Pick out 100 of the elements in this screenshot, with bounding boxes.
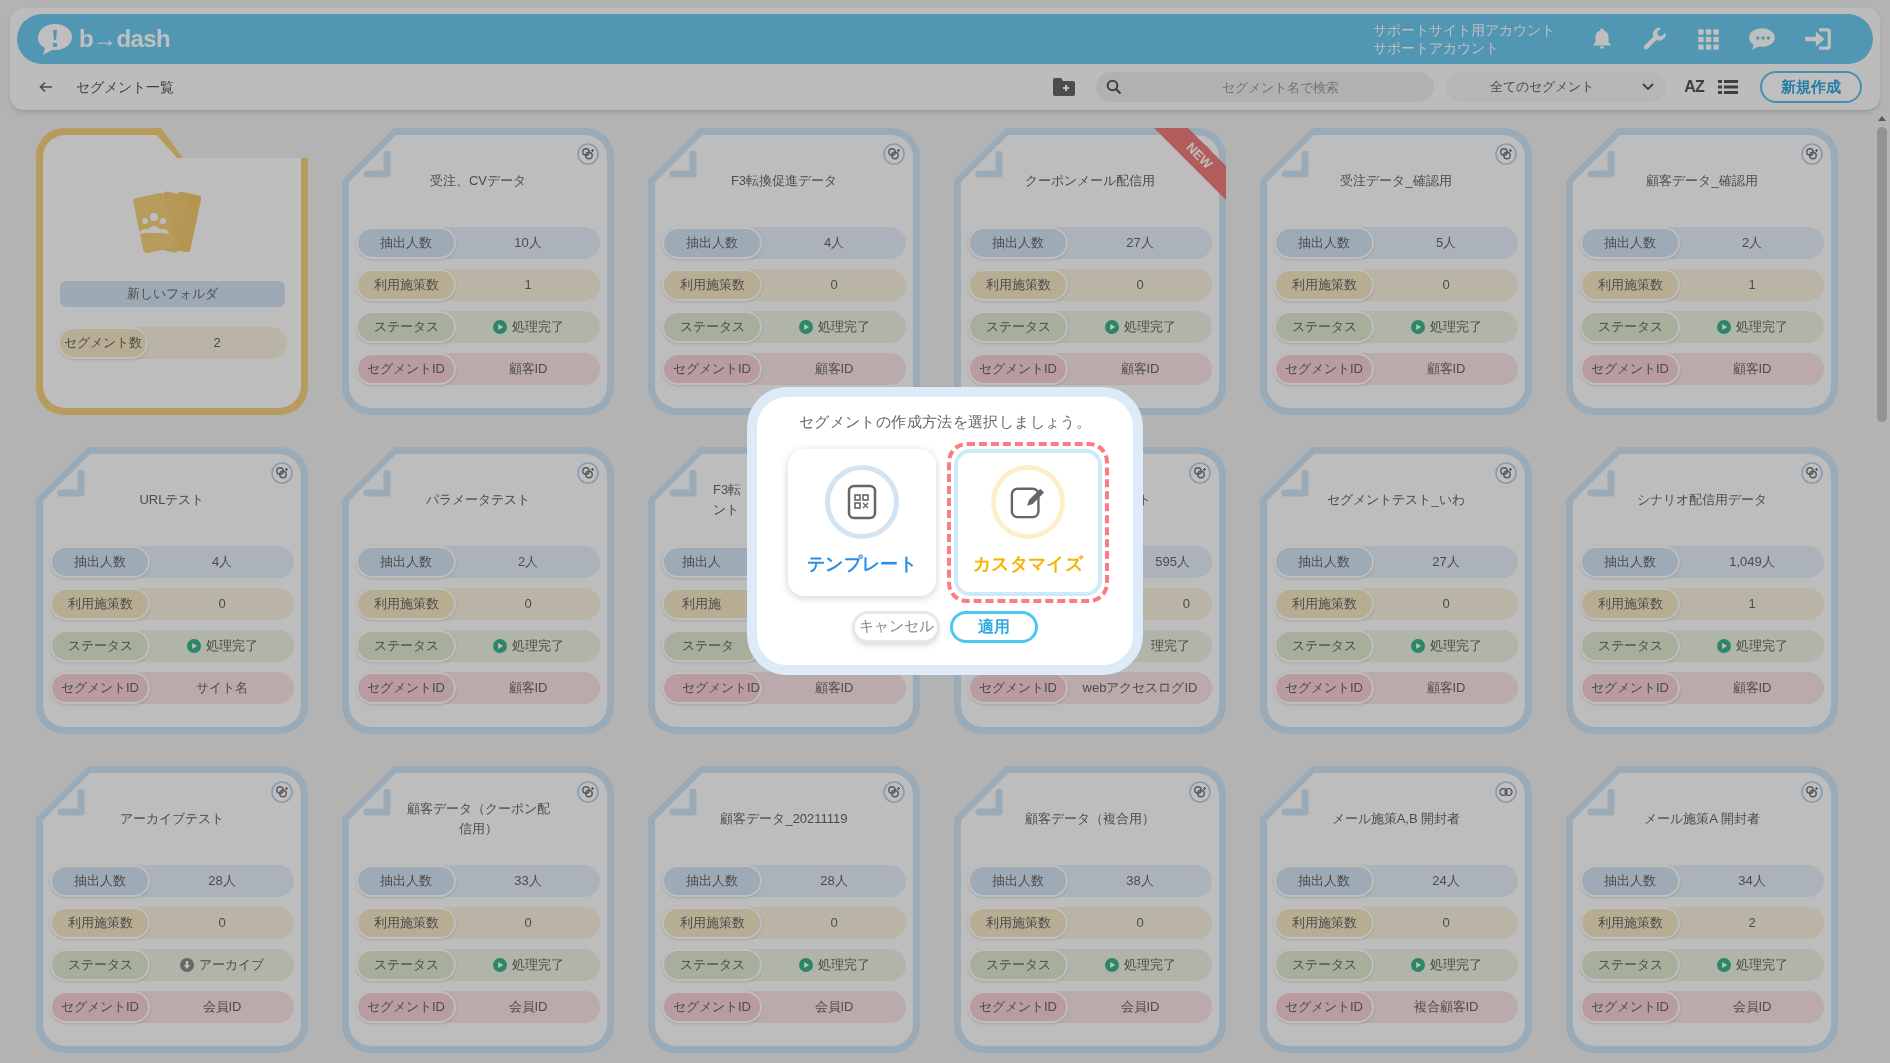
stat-label: 抽出人数 bbox=[50, 865, 150, 897]
card-title: F3転換促進データ bbox=[730, 172, 838, 190]
stat-value: 処理完了 bbox=[798, 955, 870, 975]
stat-label: 利用施策数 bbox=[968, 269, 1068, 301]
card-title: ト bbox=[1138, 491, 1151, 509]
stat-value: 1 bbox=[1748, 276, 1756, 295]
stat-label: セグメントID bbox=[356, 672, 456, 704]
stat-label: ステータス bbox=[968, 311, 1068, 343]
stat-label: ステータス bbox=[1580, 949, 1680, 981]
stat-value: 2 bbox=[1748, 914, 1756, 933]
folder-name: 新しいフォルダ bbox=[57, 279, 287, 309]
stat-value: 処理完了 bbox=[1410, 955, 1482, 975]
account-name: サポートアカウント bbox=[1373, 39, 1500, 57]
stat-label: 抽出人数 bbox=[50, 546, 150, 578]
card-title: アーカイブテスト bbox=[120, 810, 224, 828]
stat-label: セグメントID bbox=[662, 353, 762, 385]
stat-label: 抽出人数 bbox=[662, 865, 762, 897]
stat-label: 利用施策数 bbox=[1274, 269, 1374, 301]
stat-label: ステータス bbox=[662, 311, 762, 343]
card-title: 顧客データ_20211119 bbox=[720, 810, 848, 828]
stat-label: ステータス bbox=[1580, 311, 1680, 343]
stat-value: 1 bbox=[524, 276, 532, 295]
stat-value: 処理完了 bbox=[186, 636, 258, 656]
stat-value: webアクセスログID bbox=[1082, 679, 1198, 698]
stat-value: 処理完了 bbox=[1410, 317, 1482, 337]
stat-label: セグメントID bbox=[968, 991, 1068, 1023]
stat-label: セグメントID bbox=[968, 353, 1068, 385]
stat-label: 抽出人数 bbox=[1274, 865, 1374, 897]
stat-value: 2 bbox=[213, 334, 221, 353]
stat-value: 0 bbox=[830, 914, 838, 933]
stat-value: アーカイブ bbox=[180, 955, 264, 975]
stat-label: セグメントID bbox=[662, 672, 762, 704]
stat-value: 0 bbox=[524, 914, 532, 933]
card-title: メール施策A 開封者 bbox=[1644, 810, 1760, 828]
stat-label: 利用施策数 bbox=[1580, 588, 1680, 620]
stat-value: 27人 bbox=[1126, 234, 1154, 253]
stat-label: 利用施策数 bbox=[50, 588, 150, 620]
stat-value: 顧客ID bbox=[1426, 679, 1466, 698]
stat-value: 0 bbox=[1442, 276, 1450, 295]
stat-label: 抽出人数 bbox=[1580, 865, 1680, 897]
stat-label: 利用施策数 bbox=[1274, 588, 1374, 620]
stat-label: 利用施策数 bbox=[356, 269, 456, 301]
stat-label: 利用施策数 bbox=[50, 907, 150, 939]
stat-value: 処理完了 bbox=[1716, 636, 1788, 656]
stat-label: 抽出人数 bbox=[356, 546, 456, 578]
stat-value: 顧客ID bbox=[508, 679, 548, 698]
stat-label: ステータス bbox=[1274, 949, 1374, 981]
stat-value: 処理完了 bbox=[492, 955, 564, 975]
stat-value: 顧客ID bbox=[814, 360, 854, 379]
stat-label: ステータス bbox=[356, 311, 456, 343]
stat-label: 抽出人数 bbox=[1580, 227, 1680, 259]
stat-label: ステータス bbox=[50, 949, 150, 981]
stat-value: 顧客ID bbox=[1732, 679, 1772, 698]
stat-label: 抽出人数 bbox=[662, 227, 762, 259]
card-title: URLテスト bbox=[139, 491, 205, 509]
stat-value: 会員ID bbox=[1732, 998, 1772, 1017]
stat-value: 複合顧客ID bbox=[1413, 998, 1479, 1017]
stat-label: セグメントID bbox=[662, 991, 762, 1023]
stat-label: 利用施策数 bbox=[662, 269, 762, 301]
stat-label: セグメントID bbox=[50, 672, 150, 704]
stat-value: 顧客ID bbox=[1732, 360, 1772, 379]
stat-label: 抽出人数 bbox=[1580, 546, 1680, 578]
stat-label: 抽出人数 bbox=[1274, 546, 1374, 578]
stat-value: 処理完了 bbox=[1410, 636, 1482, 656]
logo: b→dash bbox=[79, 24, 171, 54]
stat-value: 1 bbox=[1748, 595, 1756, 614]
stat-label: 利用施策数 bbox=[356, 907, 456, 939]
stat-value: 0 bbox=[830, 276, 838, 295]
card-title: 顧客データ（クーポン配信用） bbox=[405, 800, 551, 838]
stat-label: 利用施策数 bbox=[968, 907, 1068, 939]
stat-label: セグメント数 bbox=[57, 327, 148, 359]
stat-value: 処理完了 bbox=[1104, 317, 1176, 337]
stat-label: ステータス bbox=[50, 630, 150, 662]
stat-label: セグメントID bbox=[356, 991, 456, 1023]
stat-value: 会員ID bbox=[508, 998, 548, 1017]
stat-label: 利用施策数 bbox=[1274, 907, 1374, 939]
stat-value: 34人 bbox=[1738, 872, 1766, 891]
stat-value: 4人 bbox=[211, 553, 233, 572]
card-title: メール施策A,B 開封者 bbox=[1331, 810, 1461, 828]
dialog-prompt: セグメントの作成方法を選択しましょう。 bbox=[798, 412, 1092, 432]
stat-value: 1,049人 bbox=[1729, 553, 1775, 572]
stat-value: 27人 bbox=[1432, 553, 1460, 572]
stat-value: 2人 bbox=[517, 553, 539, 572]
page-title: セグメント一覧 bbox=[76, 77, 174, 97]
stat-label: 利用施策数 bbox=[1580, 269, 1680, 301]
stat-value: 会員ID bbox=[1120, 998, 1160, 1017]
stat-value: 0 bbox=[218, 914, 226, 933]
card-title: 受注、CVデータ bbox=[429, 172, 527, 190]
stat-value: 処理完了 bbox=[798, 317, 870, 337]
stat-label: セグメントID bbox=[1274, 353, 1374, 385]
stat-label: セグメントID bbox=[1580, 353, 1680, 385]
stat-label: 利用施策数 bbox=[662, 907, 762, 939]
card-title: 受注データ_確認用 bbox=[1340, 172, 1452, 190]
stat-value: 会員ID bbox=[202, 998, 242, 1017]
stat-value: 595人 bbox=[1155, 553, 1190, 572]
account-name: サポートサイト用アカウント bbox=[1373, 21, 1555, 39]
stat-label: セグメントID bbox=[356, 353, 456, 385]
stat-value: 5人 bbox=[1435, 234, 1457, 253]
stat-value: 0 bbox=[1136, 914, 1144, 933]
stat-value: 理完了 bbox=[1151, 637, 1190, 656]
